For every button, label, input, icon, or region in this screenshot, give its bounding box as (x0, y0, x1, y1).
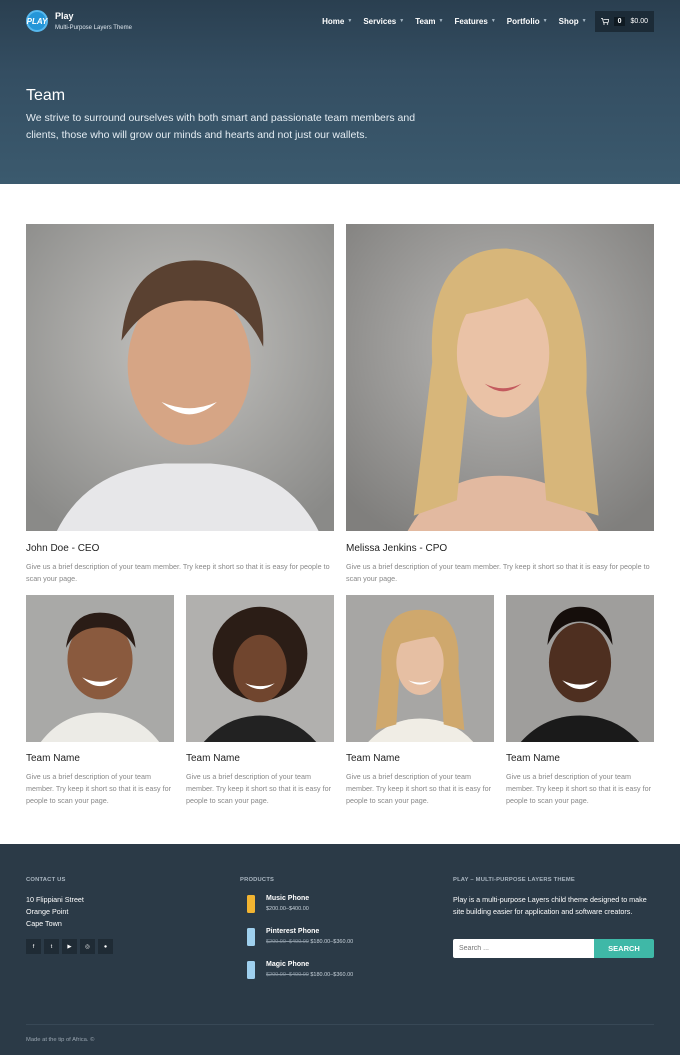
product-name: Music Phone (266, 895, 310, 902)
page-description: We strive to surround ourselves with bot… (26, 112, 416, 141)
product-item[interactable]: Music Phone $200.00–$400.00 (240, 895, 309, 913)
team-photo-member-3 (346, 595, 494, 742)
nav-label: Portfolio (506, 16, 540, 26)
product-sale-price: $180.00–$360.00 (310, 939, 354, 945)
nav-label: Features (454, 16, 488, 26)
site-title: Play (55, 10, 74, 21)
member-name: Melissa Jenkins - CPO (346, 543, 448, 554)
nav-item-team[interactable]: Team ▼ (415, 17, 443, 26)
nav-label: Shop (558, 16, 579, 26)
phone-thumbnail-icon (247, 961, 255, 979)
product-old-price: $200.00–$400.00 (266, 972, 309, 978)
team-photo-john-doe (26, 224, 334, 531)
nav-item-portfolio[interactable]: Portfolio ▼ (507, 17, 548, 26)
product-sale-price: $180.00–$360.00 (310, 972, 354, 978)
product-price: $200.00–$400.00 $180.00–$360.00 (266, 972, 353, 978)
footer-heading-about: PLAY – MULTI-PURPOSE LAYERS THEME (453, 877, 575, 883)
product-name: Pinterest Phone (266, 928, 320, 935)
site-logo[interactable]: PLAY Play Multi-Purpose Layers Theme (26, 10, 132, 32)
site-tagline: Multi-Purpose Layers Theme (55, 24, 132, 31)
member-description: Give us a brief description of your team… (26, 562, 330, 583)
facebook-icon[interactable]: f (26, 939, 41, 954)
copyright-text: Made at the tip of Africa. © (26, 1037, 95, 1043)
chevron-down-icon: ▼ (347, 18, 353, 24)
twitter-icon[interactable]: t (44, 939, 59, 954)
nav-label: Services (363, 16, 397, 26)
address-line: Orange Point (26, 907, 69, 916)
team-photo-member-4 (506, 595, 654, 742)
product-old-price: $200.00–$400.00 (266, 939, 309, 945)
phone-thumbnail-icon (247, 895, 255, 913)
member-name: Team Name (346, 753, 400, 764)
cart-button[interactable]: 0 $0.00 (594, 10, 654, 32)
member-description: Give us a brief description of your team… (346, 562, 650, 583)
cart-total: $0.00 (630, 17, 648, 25)
search-button[interactable]: SEARCH (594, 939, 654, 958)
product-price: $200.00–$400.00 (266, 906, 309, 912)
footer-heading-contact: CONTACT US (26, 877, 66, 883)
member-name: Team Name (26, 753, 80, 764)
member-name: Team Name (186, 753, 240, 764)
phone-thumbnail-icon (247, 928, 255, 946)
team-photo-member-2 (186, 595, 334, 742)
nav-item-services[interactable]: Services ▼ (363, 17, 404, 26)
member-description: Give us a brief description of your team… (506, 772, 652, 805)
cart-icon (600, 17, 609, 25)
page-title: Team (26, 87, 66, 104)
chevron-down-icon: ▼ (490, 18, 496, 24)
nav-label: Team (415, 16, 436, 26)
chevron-down-icon: ▼ (399, 18, 405, 24)
pinterest-icon[interactable]: ● (98, 939, 113, 954)
youtube-icon[interactable]: ▶ (62, 939, 77, 954)
chevron-down-icon: ▼ (542, 18, 548, 24)
team-photo-member-1 (26, 595, 174, 742)
chevron-down-icon: ▼ (581, 18, 587, 24)
logo-text: Play Multi-Purpose Layers Theme (55, 11, 132, 32)
footer-heading-products: PRODUCTS (240, 877, 275, 883)
member-name: Team Name (506, 753, 560, 764)
member-description: Give us a brief description of your team… (346, 772, 492, 805)
main-nav: Home ▼ Services ▼ Team ▼ Features ▼ Portfoli… (311, 10, 654, 32)
address-line: 10 Flippiani Street (26, 895, 84, 904)
nav-label: Home (322, 16, 345, 26)
social-links: f t ▶ ◎ ● (26, 939, 116, 954)
team-photo-melissa-jenkins (346, 224, 654, 531)
member-description: Give us a brief description of your team… (186, 772, 332, 805)
footer-divider (26, 1024, 654, 1025)
about-text: Play is a multi-purpose Layers child the… (453, 895, 647, 916)
product-price: $200.00–$400.00 $180.00–$360.00 (266, 939, 353, 945)
dribbble-icon[interactable]: ◎ (80, 939, 95, 954)
chevron-down-icon: ▼ (438, 18, 444, 24)
search-input[interactable] (453, 939, 594, 958)
hero-header: PLAY Play Multi-Purpose Layers Theme Hom… (0, 0, 680, 184)
product-item[interactable]: Magic Phone $200.00–$400.00 $180.00–$360… (240, 961, 353, 979)
nav-item-shop[interactable]: Shop ▼ (559, 17, 587, 26)
member-description: Give us a brief description of your team… (26, 772, 172, 805)
contact-address: 10 Flippiani Street Orange Point Cape To… (26, 894, 84, 930)
member-name: John Doe - CEO (26, 543, 100, 554)
logo-badge: PLAY (26, 10, 48, 32)
nav-item-home[interactable]: Home ▼ (322, 17, 352, 26)
address-line: Cape Town (26, 919, 62, 928)
product-name: Magic Phone (266, 961, 310, 968)
cart-count: 0 (613, 16, 626, 26)
nav-item-features[interactable]: Features ▼ (454, 17, 495, 26)
product-item[interactable]: Pinterest Phone $200.00–$400.00 $180.00–… (240, 928, 353, 946)
